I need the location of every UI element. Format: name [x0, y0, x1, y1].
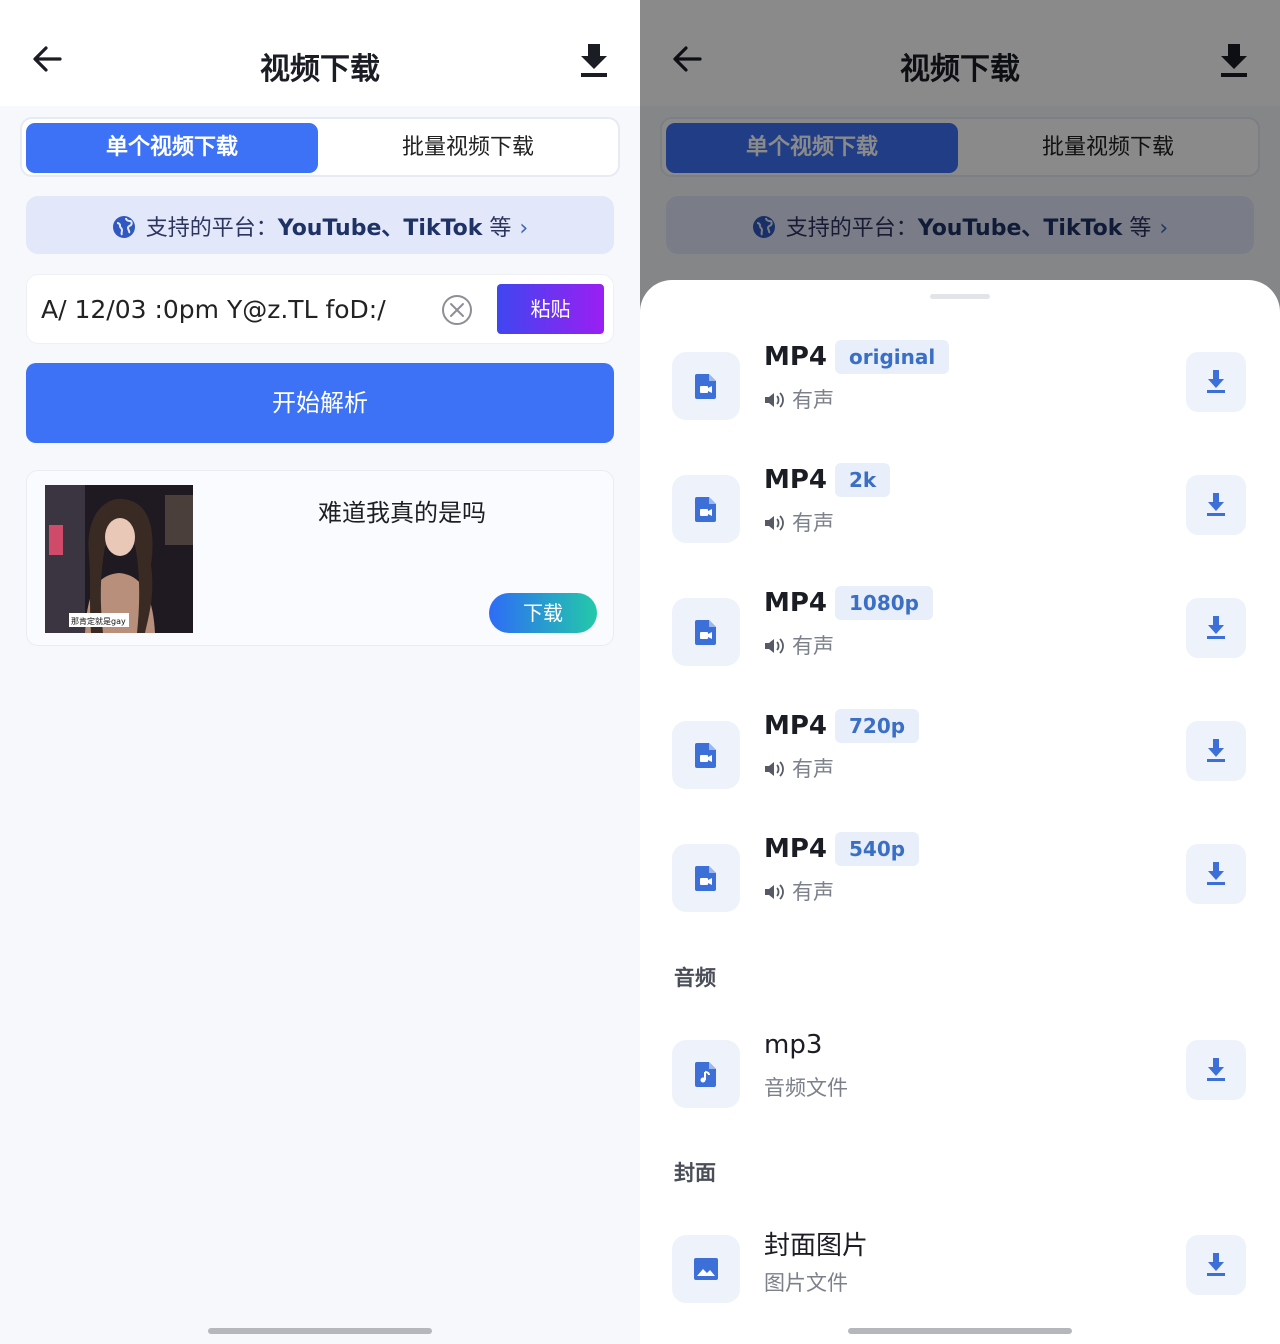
format-item-540p[interactable]: MP4 540p 有声 [640, 832, 1280, 924]
download-icon[interactable] [1186, 844, 1246, 904]
download-icon[interactable] [1186, 721, 1246, 781]
mode-tabs: 单个视频下载 批量视频下载 [20, 117, 620, 177]
audio-status: 有声 [764, 630, 834, 660]
url-input-box: A/ 12/03 :0pm Y@z.TL foD:/ 粘贴 [26, 274, 614, 344]
chevron-right-icon: › [519, 216, 529, 241]
format-item-720p[interactable]: MP4 720p 有声 [640, 709, 1280, 801]
format-label: MP4 [764, 342, 828, 372]
audio-name: mp3 [764, 1030, 823, 1060]
tab-single-download[interactable]: 单个视频下载 [26, 123, 318, 173]
video-title: 难道我真的是吗 [318, 499, 486, 527]
audio-desc: 音频文件 [764, 1076, 848, 1100]
download-icon[interactable] [1186, 598, 1246, 658]
audio-status: 有声 [764, 753, 834, 783]
home-indicator [208, 1328, 432, 1334]
globe-icon [112, 215, 136, 239]
video-file-icon [672, 844, 740, 912]
quality-badge: 2k [835, 463, 891, 497]
audio-status: 有声 [764, 507, 834, 537]
platform-suffix: 等 [489, 216, 512, 241]
speaker-icon [764, 514, 784, 532]
home-indicator [848, 1328, 1072, 1334]
format-bottom-sheet: MP4 original 有声 MP4 2k 有声 MP4 1080p 有声 M… [640, 280, 1280, 1344]
format-item-mp3[interactable]: mp3 音频文件 [640, 1030, 1280, 1120]
section-cover-heading: 封面 [674, 1161, 716, 1185]
video-file-icon [672, 475, 740, 543]
audio-file-icon [672, 1040, 740, 1108]
download-icon[interactable] [1186, 1040, 1246, 1100]
supported-platforms-banner[interactable]: 支持的平台：YouTube、TikTok 等 › [26, 196, 614, 254]
format-item-2k[interactable]: MP4 2k 有声 [640, 463, 1280, 555]
download-list-icon[interactable] [578, 42, 610, 78]
cover-name: 封面图片 [764, 1231, 869, 1261]
video-file-icon [672, 598, 740, 666]
tab-batch-download[interactable]: 批量视频下载 [322, 123, 614, 173]
format-label: MP4 [764, 834, 828, 864]
quality-badge: 720p [835, 709, 920, 743]
quality-badge: 1080p [835, 586, 933, 620]
page-title: 视频下载 [260, 52, 380, 87]
app-header: 视频下载 [0, 0, 640, 106]
video-thumbnail[interactable]: 那肯定就是gay [45, 485, 193, 633]
speaker-icon [764, 637, 784, 655]
image-file-icon [672, 1235, 740, 1303]
video-result-card: 那肯定就是gay 难道我真的是吗 下载 [26, 470, 614, 646]
sheet-drag-handle[interactable] [930, 294, 990, 299]
format-item-original[interactable]: MP4 original 有声 [640, 340, 1280, 432]
format-item-1080p[interactable]: MP4 1080p 有声 [640, 586, 1280, 678]
speaker-icon [764, 760, 784, 778]
download-icon[interactable] [1186, 352, 1246, 412]
format-label: MP4 [764, 465, 828, 495]
platform-sites: YouTube、TikTok [277, 216, 483, 241]
start-parse-button[interactable]: 开始解析 [26, 363, 614, 443]
speaker-icon [764, 883, 784, 901]
format-item-cover[interactable]: 封面图片 图片文件 [640, 1225, 1280, 1315]
screen-main: 视频下载 单个视频下载 批量视频下载 支持的平台：YouTube、TikTok … [0, 0, 640, 1344]
thumbnail-caption: 那肯定就是gay [71, 616, 126, 626]
format-label: MP4 [764, 588, 828, 618]
audio-status: 有声 [764, 876, 834, 906]
video-file-icon [672, 721, 740, 789]
speaker-icon [764, 391, 784, 409]
audio-status: 有声 [764, 384, 834, 414]
quality-badge: 540p [835, 832, 920, 866]
quality-badge: original [835, 340, 950, 374]
cover-desc: 图片文件 [764, 1271, 848, 1295]
video-file-icon [672, 352, 740, 420]
section-audio-heading: 音频 [674, 966, 716, 990]
download-icon[interactable] [1186, 475, 1246, 535]
url-input[interactable]: A/ 12/03 :0pm Y@z.TL foD:/ [41, 295, 437, 324]
platform-label: 支持的平台： [145, 216, 278, 241]
clear-icon[interactable] [441, 294, 473, 326]
screen-format-sheet: 视频下载 单个视频下载 批量视频下载 支持的平台：YouTube、TikTok … [640, 0, 1280, 1344]
paste-button[interactable]: 粘贴 [497, 284, 604, 334]
format-label: MP4 [764, 711, 828, 741]
download-icon[interactable] [1186, 1235, 1246, 1295]
download-button[interactable]: 下载 [489, 593, 597, 633]
